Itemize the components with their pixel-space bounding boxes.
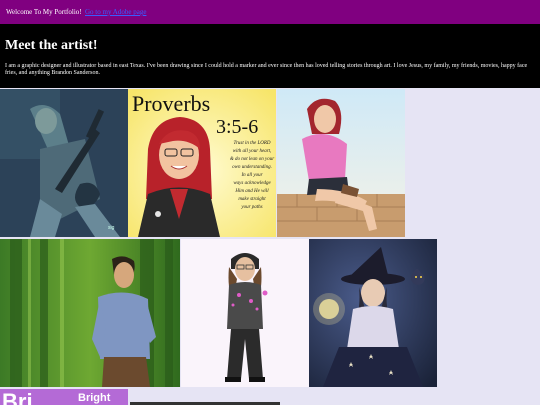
- svg-text:your paths: your paths: [240, 205, 262, 210]
- intro-section: Meet the artist! I am a graphic designer…: [0, 24, 540, 88]
- svg-text:own understanding.: own understanding.: [232, 165, 272, 170]
- artwork-girl-on-wall[interactable]: [277, 89, 405, 237]
- svg-text:& do not lean on your: & do not lean on your: [230, 157, 274, 162]
- svg-text:with all your heart,: with all your heart,: [233, 149, 272, 154]
- artwork-proverbs[interactable]: Proverbs 3:5-6 Trust in the LORD with al…: [128, 89, 276, 237]
- proverbs-image: Proverbs 3:5-6 Trust in the LORD with al…: [128, 89, 276, 237]
- artist-bio: I am a graphic designer and illustrator …: [5, 63, 528, 76]
- proverbs-title-art: Proverbs: [132, 91, 210, 116]
- forest-man-image: [0, 239, 180, 387]
- svg-text:Bri: Bri: [2, 389, 33, 405]
- svg-text:Trust in the LORD: Trust in the LORD: [233, 141, 270, 146]
- svg-text:sig: sig: [108, 225, 115, 231]
- top-navbar: Welcome To My Portfolio! Go to my Adobe …: [0, 0, 540, 24]
- girl-on-wall-image: [277, 89, 405, 237]
- artwork-forest-man[interactable]: [0, 239, 180, 387]
- adobe-page-link[interactable]: Go to my Adobe page: [85, 8, 146, 16]
- artwork-bright-logo[interactable]: Bri Bright: [0, 389, 128, 405]
- welcome-text: Welcome To My Portfolio!: [6, 8, 82, 16]
- svg-text:make straight: make straight: [238, 197, 266, 202]
- svg-text:Bright: Bright: [78, 392, 111, 404]
- bright-logo-image: Bri Bright: [0, 389, 128, 405]
- page-title: Meet the artist!: [5, 38, 98, 53]
- svg-text:ways acknowledge: ways acknowledge: [233, 181, 271, 186]
- artwork-guitarist[interactable]: sig: [0, 89, 128, 237]
- artwork-character-design[interactable]: [181, 239, 309, 387]
- witch-image: [309, 239, 437, 387]
- character-design-image: [181, 239, 309, 387]
- proverbs-ref-art: 3:5-6: [216, 116, 258, 138]
- artwork-witch[interactable]: [309, 239, 437, 387]
- svg-text:Him and He will: Him and He will: [234, 189, 269, 194]
- svg-text:In all your: In all your: [240, 173, 262, 178]
- guitarist-image: sig: [0, 89, 128, 237]
